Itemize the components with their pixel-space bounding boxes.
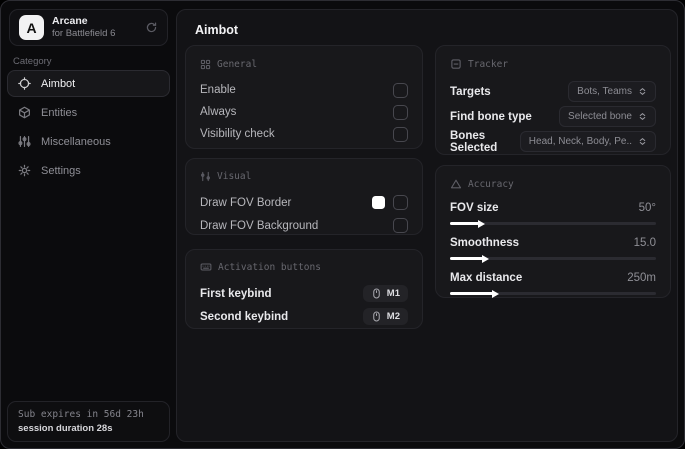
fov-border-color-swatch[interactable] (372, 196, 385, 209)
card-activation-buttons: Activation buttons First keybind M1 Seco… (185, 249, 423, 329)
setting-row: Draw FOV Background (200, 214, 408, 237)
setting-row: Enable (200, 79, 408, 101)
mouse-icon (371, 288, 382, 299)
draw-fov-background-checkbox[interactable] (393, 218, 408, 233)
slider-thumb[interactable] (492, 289, 500, 298)
setting-row: Targets Bots, Teams (450, 79, 656, 104)
always-checkbox[interactable] (393, 104, 408, 120)
card-title: General (217, 58, 258, 70)
sidebar-item-label: Entities (41, 106, 78, 119)
draw-fov-border-checkbox[interactable] (393, 195, 408, 210)
mouse-icon (371, 311, 382, 322)
setting-row: Visibility check (200, 123, 408, 145)
sidebar-item-label: Settings (41, 164, 81, 177)
app-subtitle: for Battlefield 6 (52, 28, 116, 40)
card-title: Accuracy (468, 178, 514, 190)
setting-label: Max distance (450, 271, 523, 284)
slider-fill (450, 219, 485, 228)
slider-thumb[interactable] (477, 219, 485, 228)
triangle-icon (450, 178, 462, 190)
unfold-icon (638, 137, 647, 146)
app-name: Arcane (52, 15, 88, 27)
card-title: Tracker (468, 58, 509, 70)
keybind-value: M1 (386, 288, 400, 299)
setting-row: Always (200, 101, 408, 123)
card-general: General Enable Always Visibility check (185, 45, 423, 149)
card-title: Visual (217, 170, 252, 182)
sidebar-item-label: Miscellaneous (41, 135, 111, 148)
main-panel: Aimbot General Enable Always Visibility … (176, 9, 678, 442)
slider-value: 50° (638, 201, 656, 214)
setting-label: Find bone type (450, 110, 532, 123)
card-title: Activation buttons (218, 261, 321, 273)
sidebar-item-entities[interactable]: Entities (7, 99, 170, 126)
smoothness-slider[interactable] (450, 254, 656, 263)
vertical-sliders-icon (200, 171, 211, 182)
setting-row: Draw FOV Border (200, 191, 408, 214)
sidebar-item-settings[interactable]: Settings (7, 157, 170, 184)
card-visual: Visual Draw FOV Border Draw FOV Backgrou… (185, 158, 423, 235)
setting-label: Targets (450, 85, 491, 98)
setting-label: FOV size (450, 201, 499, 214)
select-value: Bots, Teams (577, 86, 632, 97)
targets-select[interactable]: Bots, Teams (568, 81, 656, 102)
setting-row: Second keybind M2 (200, 305, 408, 328)
fov-size-slider[interactable] (450, 219, 656, 228)
select-value: Selected bone (568, 111, 632, 122)
enable-checkbox[interactable] (393, 82, 408, 98)
setting-label: Enable (200, 84, 236, 96)
slider-thumb[interactable] (481, 254, 489, 263)
sidebar-item-miscellaneous[interactable]: Miscellaneous (7, 128, 170, 155)
setting-label: Smoothness (450, 236, 520, 249)
crosshair-icon (18, 77, 31, 90)
sync-icon[interactable] (145, 21, 158, 34)
grid-icon (200, 59, 211, 70)
visibility-check-checkbox[interactable] (393, 126, 408, 142)
sub-expiry-text: Sub expires in 56d 23h (18, 409, 144, 420)
sidebar-header: A Arcane for Battlefield 6 (9, 9, 168, 46)
card-tracker: Tracker Targets Bots, Teams Find bone ty… (435, 45, 671, 155)
slider-value: 15.0 (633, 236, 656, 249)
session-duration-text: session duration 28s (18, 423, 113, 434)
setting-row: Find bone type Selected bone (450, 104, 656, 129)
card-accuracy: Accuracy FOV size 50° Smoothness 15.0 Ma… (435, 165, 671, 298)
unfold-icon (638, 112, 647, 121)
sidebar-item-label: Aimbot (41, 77, 76, 90)
setting-label: Second keybind (200, 310, 289, 323)
setting-row: Bones Selected Head, Neck, Body, Pe.. (450, 129, 656, 154)
page-title: Aimbot (195, 23, 239, 37)
subscription-status: Sub expires in 56d 23h session duration … (7, 401, 170, 442)
box-minus-icon (450, 58, 462, 70)
slider-value: 250m (627, 271, 656, 284)
second-keybind-button[interactable]: M2 (362, 308, 408, 325)
select-value: Head, Neck, Body, Pe.. (528, 136, 632, 147)
find-bone-type-select[interactable]: Selected bone (559, 106, 656, 127)
setting-row: First keybind M1 (200, 282, 408, 305)
keybind-value: M2 (386, 311, 400, 322)
setting-label: Bones Selected (450, 129, 498, 154)
first-keybind-button[interactable]: M1 (362, 285, 408, 302)
setting-label: Draw FOV Background (200, 219, 319, 232)
cube-icon (18, 106, 31, 119)
setting-label: Visibility check (200, 128, 275, 140)
app-window: A Arcane for Battlefield 6 Category Aimb… (0, 0, 685, 449)
sidebar-item-aimbot[interactable]: Aimbot (7, 70, 170, 97)
keyboard-icon (200, 261, 212, 273)
slider-group-smoothness: Smoothness 15.0 (450, 234, 656, 263)
gear-icon (18, 164, 31, 177)
setting-label: Draw FOV Border (200, 196, 292, 209)
slider-group-fov-size: FOV size 50° (450, 199, 656, 228)
unfold-icon (638, 87, 647, 96)
setting-label: First keybind (200, 287, 272, 300)
slider-fill (450, 289, 500, 298)
slider-group-max-distance: Max distance 250m (450, 269, 656, 298)
sidebar-nav: Aimbot Entities Miscellaneous Settings (7, 70, 170, 186)
slider-fill (450, 254, 489, 263)
bones-selected-select[interactable]: Head, Neck, Body, Pe.. (519, 131, 656, 152)
max-distance-slider[interactable] (450, 289, 656, 298)
sliders-icon (18, 135, 31, 148)
app-logo: A (19, 15, 44, 40)
setting-label: Always (200, 106, 237, 118)
category-label: Category (13, 56, 52, 67)
